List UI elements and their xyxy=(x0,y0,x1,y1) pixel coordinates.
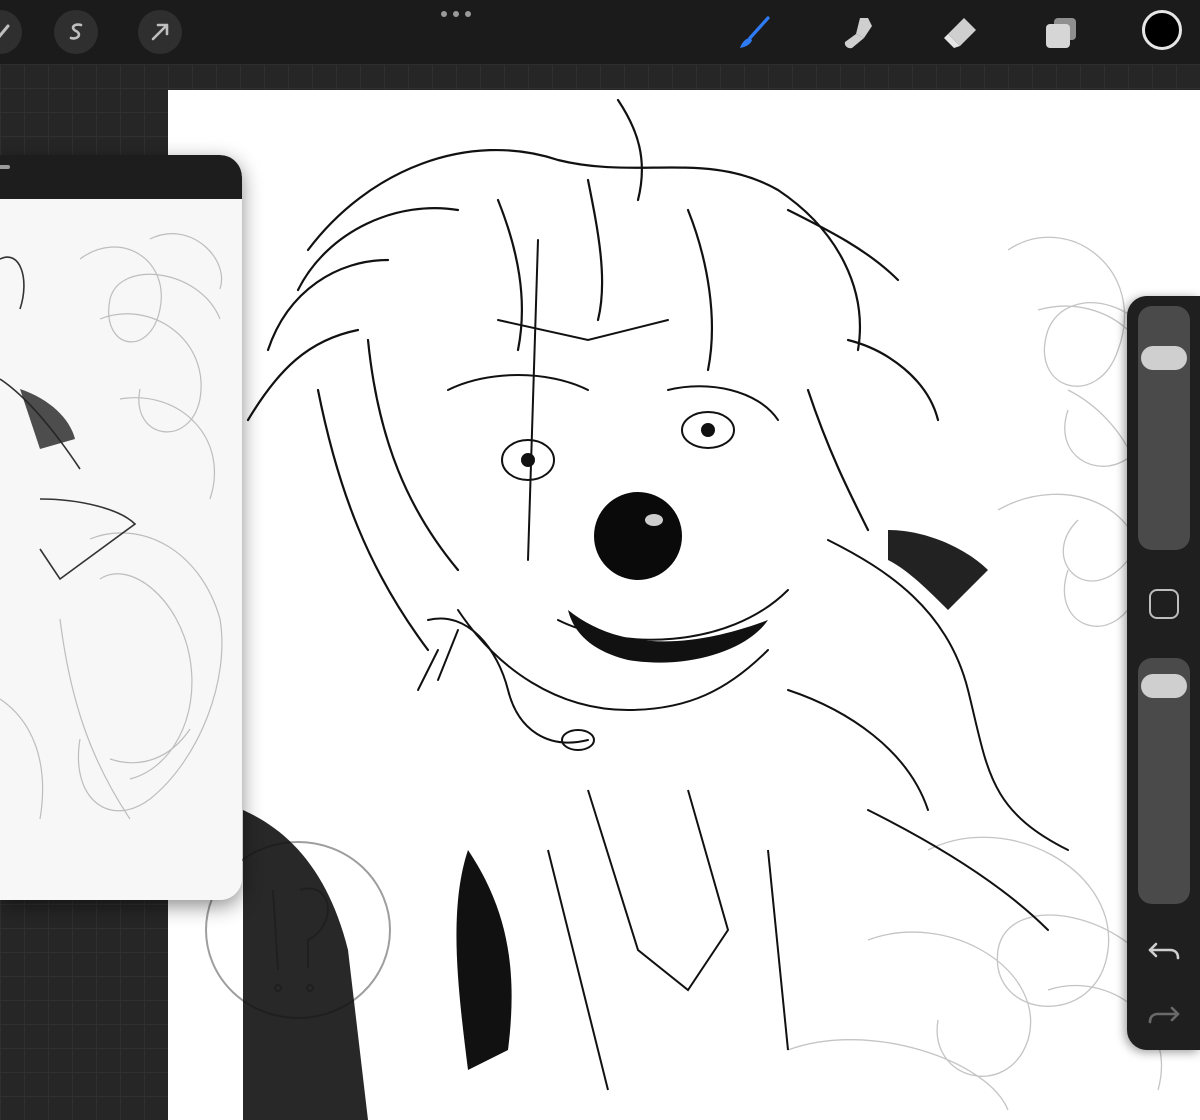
reference-window[interactable] xyxy=(0,155,242,900)
reference-image xyxy=(0,199,242,900)
undo-icon xyxy=(1148,942,1180,960)
brush-size-thumb[interactable] xyxy=(1141,346,1187,370)
color-picker-button[interactable] xyxy=(1142,10,1182,50)
top-toolbar xyxy=(0,0,1200,65)
redo-button[interactable] xyxy=(1146,1000,1182,1030)
artwork xyxy=(205,98,1169,1120)
reference-header[interactable] xyxy=(0,155,242,199)
layers-icon xyxy=(1046,18,1076,48)
undo-button[interactable] xyxy=(1146,936,1182,966)
adjustments-icon xyxy=(0,24,10,38)
smudge-tool-button[interactable] xyxy=(838,12,878,52)
selection-icon xyxy=(69,23,83,40)
sidebar xyxy=(1127,296,1200,1050)
modify-button[interactable] xyxy=(1149,589,1179,619)
transform-button[interactable] xyxy=(138,10,182,54)
transform-icon xyxy=(151,23,169,41)
brush-tool-button[interactable] xyxy=(736,12,776,52)
reference-grabber[interactable] xyxy=(0,165,10,169)
brush-size-slider[interactable] xyxy=(1138,306,1190,550)
layers-button[interactable] xyxy=(1042,12,1082,52)
drawing-canvas[interactable] xyxy=(168,90,1200,1120)
brush-opacity-thumb[interactable] xyxy=(1141,674,1187,698)
redo-icon xyxy=(1148,1006,1180,1024)
more-icon xyxy=(441,11,471,17)
adjustments-button[interactable] xyxy=(0,10,22,54)
eraser-icon xyxy=(944,18,976,48)
brush-icon xyxy=(740,16,770,48)
brush-opacity-slider[interactable] xyxy=(1138,658,1190,904)
smudge-icon xyxy=(844,18,872,49)
actions-menu-button[interactable] xyxy=(438,4,474,24)
selection-button[interactable] xyxy=(54,10,98,54)
eraser-tool-button[interactable] xyxy=(940,12,980,52)
